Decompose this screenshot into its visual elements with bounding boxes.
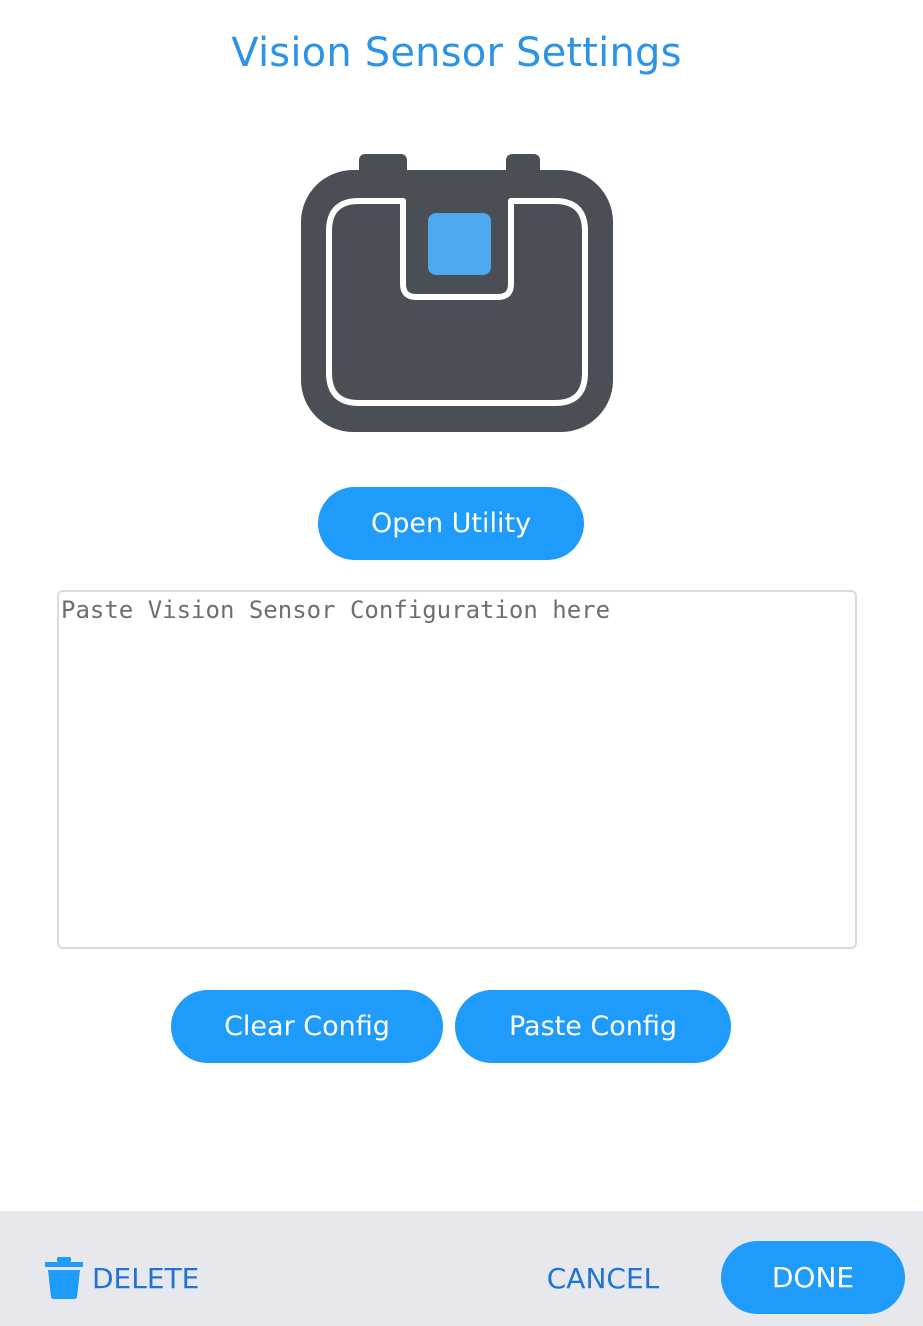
cancel-button[interactable]: CANCEL [540, 1252, 666, 1304]
paste-config-button[interactable]: Paste Config [455, 990, 731, 1063]
config-textarea[interactable] [57, 590, 857, 949]
trash-icon [45, 1257, 83, 1299]
done-button[interactable]: DONE [721, 1241, 905, 1314]
dialog-title: Vision Sensor Settings [231, 30, 682, 76]
delete-button[interactable]: DELETE [44, 1252, 199, 1304]
open-utility-button[interactable]: Open Utility [318, 487, 584, 560]
vision-sensor-icon [301, 154, 613, 432]
delete-label: DELETE [92, 1261, 200, 1295]
clear-config-button[interactable]: Clear Config [171, 990, 443, 1063]
vision-sensor-settings-dialog: Vision Sensor Settings Open Utility Clea… [0, 0, 923, 1326]
